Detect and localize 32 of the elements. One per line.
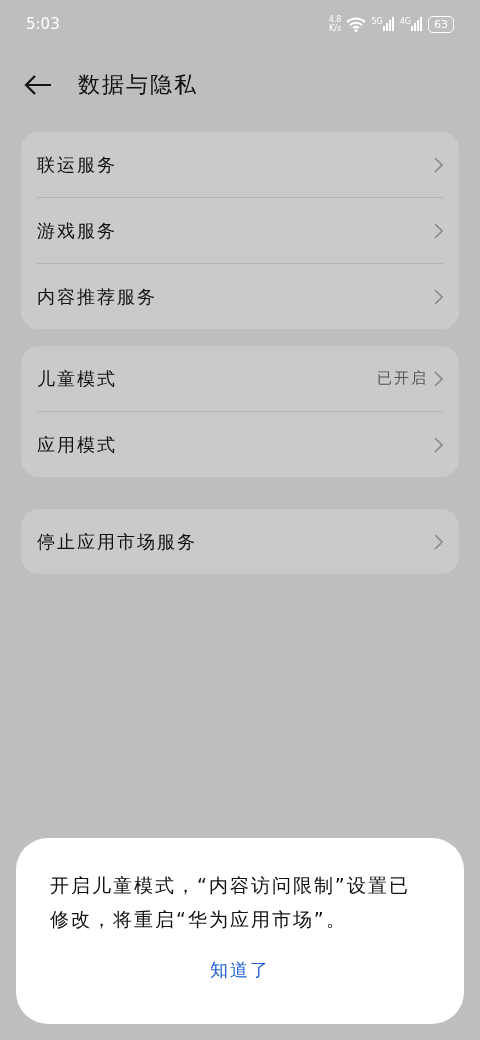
dialog-message: 开启儿童模式，“内容访问限制”设置已修改，将重启“华为应用市场”。 — [50, 873, 411, 932]
clock-time: 5:03 — [26, 15, 60, 33]
network-speed: 4.8 — [328, 15, 342, 24]
item-label: 儿童模式 — [37, 366, 117, 391]
item-label: 联运服务 — [37, 152, 117, 177]
chevron-right-icon — [434, 222, 443, 239]
battery-level: 63 — [428, 15, 454, 33]
chevron-right-icon — [434, 436, 443, 453]
chevron-right-icon — [434, 533, 443, 550]
network-type: 4G — [399, 17, 411, 26]
acknowledge-button[interactable]: 知道了 — [202, 954, 278, 986]
settings-item[interactable]: 应用模式 — [37, 412, 443, 477]
back-button[interactable] — [24, 75, 52, 95]
settings-item[interactable]: 联运服务 — [37, 132, 443, 198]
item-status: 已开启 — [377, 369, 428, 388]
network-speed-unit: K/s — [329, 24, 342, 33]
chevron-right-icon — [434, 370, 443, 387]
signal-icon — [382, 17, 395, 31]
item-label: 内容推荐服务 — [37, 284, 157, 309]
signal-icon — [411, 17, 423, 31]
settings-item[interactable]: 内容推荐服务 — [37, 264, 443, 329]
chevron-right-icon — [434, 288, 443, 305]
settings-item[interactable]: 游戏服务 — [37, 198, 443, 264]
network-type: 5G — [371, 17, 383, 26]
chevron-right-icon — [434, 156, 443, 173]
item-label: 应用模式 — [37, 432, 117, 457]
page-title: 数据与隐私 — [78, 71, 198, 99]
wifi-icon — [346, 16, 367, 32]
item-label: 游戏服务 — [37, 218, 117, 243]
item-label: 停止应用市场服务 — [37, 529, 197, 554]
back-arrow-icon — [24, 75, 52, 95]
settings-item[interactable]: 儿童模式 已开启 — [37, 346, 443, 412]
